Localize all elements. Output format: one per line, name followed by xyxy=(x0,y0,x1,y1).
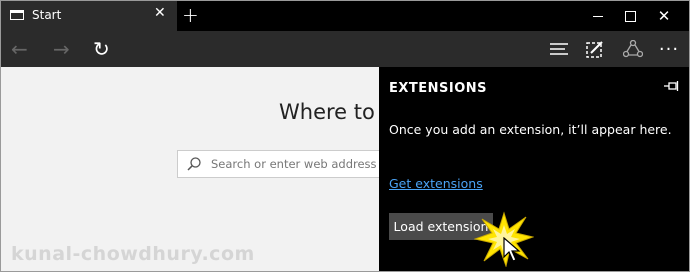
web-note-button[interactable] xyxy=(577,31,613,67)
start-page: Where to n Search or enter web address xyxy=(1,67,427,271)
get-extensions-link[interactable]: Get extensions xyxy=(389,176,483,191)
new-tab-button[interactable]: + xyxy=(182,3,199,27)
hub-button[interactable] xyxy=(541,31,577,67)
pin-icon[interactable] xyxy=(663,79,679,93)
watermark: kunal-chowdhury.com xyxy=(11,243,255,265)
refresh-button[interactable]: ↻ xyxy=(93,37,110,61)
back-button[interactable]: ← xyxy=(11,37,28,61)
forward-button[interactable]: → xyxy=(53,37,70,61)
tab-title: Start xyxy=(32,8,62,22)
web-note-icon xyxy=(586,41,603,58)
close-window-button[interactable]: ✕ xyxy=(647,1,681,31)
tab-start[interactable]: Start ✕ xyxy=(1,1,177,31)
extensions-panel: EXTENSIONS Once you add an extension, it… xyxy=(379,67,689,271)
maximize-button[interactable] xyxy=(613,1,647,31)
more-button[interactable]: ··· xyxy=(651,31,687,67)
navigation-bar: ← → ↻ ··· xyxy=(1,31,689,67)
panel-title: EXTENSIONS xyxy=(389,81,488,96)
hub-icon xyxy=(550,43,568,55)
share-button[interactable] xyxy=(615,31,651,67)
close-tab-icon[interactable]: ✕ xyxy=(154,5,166,21)
minimize-button[interactable] xyxy=(581,1,615,31)
title-bar: Start ✕ + ✕ xyxy=(1,1,689,31)
share-icon xyxy=(623,40,643,58)
search-icon xyxy=(187,157,201,171)
browser-window: Start ✕ + ✕ ← → ↻ ··· Where to n Search … xyxy=(0,0,690,272)
tab-window-icon xyxy=(10,10,24,20)
search-placeholder: Search or enter web address xyxy=(211,157,377,171)
page-heading: Where to n xyxy=(279,100,395,124)
empty-state-message: Once you add an extension, it’ll appear … xyxy=(389,122,672,137)
mouse-cursor-icon xyxy=(503,237,521,262)
